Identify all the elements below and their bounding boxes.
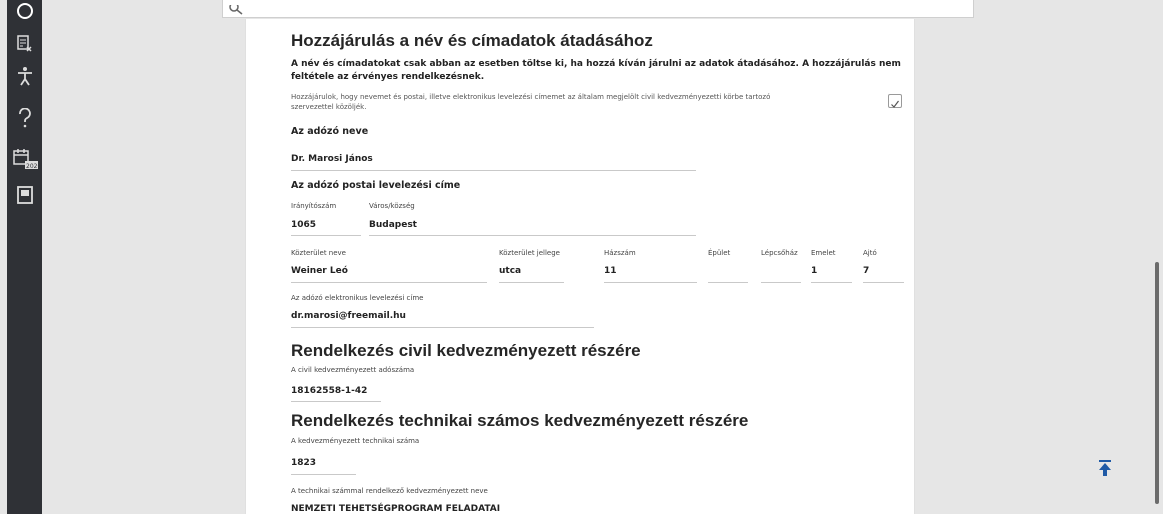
floor-field[interactable]: 1: [811, 266, 817, 276]
technical-title: Rendelkezés technikai számos kedvezménye…: [291, 411, 749, 430]
consent-note-line2: feltétele az érvényes rendelkezésnek.: [291, 72, 485, 82]
scroll-to-top-button[interactable]: [1096, 458, 1114, 478]
street-field[interactable]: Weiner Leó: [291, 266, 348, 276]
door-label: Ajtó: [863, 249, 877, 257]
staircase-label: Lépcsőház: [761, 249, 798, 257]
staircase-underline: [761, 282, 801, 283]
document-edit-icon[interactable]: [7, 30, 42, 56]
house-number-field[interactable]: 11: [604, 266, 617, 276]
consent-title: Hozzájárulás a név és címadatok átadásáh…: [291, 31, 653, 50]
street-label: Közterület neve: [291, 249, 346, 257]
svg-text:2020: 2020: [26, 163, 38, 170]
street-type-field[interactable]: utca: [499, 266, 521, 276]
consent-checkbox[interactable]: [888, 94, 902, 108]
form-panel: Hozzájárulás a név és címadatok átadásáh…: [245, 19, 915, 514]
zip-label: Irányítószám: [291, 202, 337, 210]
street-type-underline: [499, 282, 564, 283]
email-label: Az adózó elektronikus levelezési címe: [291, 294, 424, 302]
city-label: Város/község: [369, 202, 415, 210]
floor-underline: [811, 282, 852, 283]
building-underline: [708, 282, 748, 283]
civil-title: Rendelkezés civil kedvezményezett részér…: [291, 341, 641, 360]
technical-number-label: A kedvezményezett technikai száma: [291, 437, 420, 445]
technical-number-field[interactable]: 1823: [291, 458, 316, 468]
civil-tax-underline: [291, 401, 381, 402]
door-field[interactable]: 7: [863, 266, 869, 276]
zip-underline: [291, 235, 361, 236]
zip-field[interactable]: 1065: [291, 220, 316, 230]
help-icon[interactable]: [7, 105, 42, 131]
search-icon: [229, 0, 245, 15]
technical-name-label: A technikai számmal rendelkező kedvezmén…: [291, 487, 488, 495]
check-icon: [891, 100, 899, 108]
email-underline: [291, 327, 594, 328]
building-label: Épület: [708, 249, 731, 257]
saved-document-icon[interactable]: [7, 182, 42, 208]
scrollbar-thumb[interactable]: [1155, 262, 1159, 504]
scroll-to-top-icon: [1099, 460, 1111, 476]
floor-label: Emelet: [811, 249, 836, 257]
house-number-label: Házszám: [604, 249, 636, 257]
consent-note-line1: A név és címadatokat csak abban az esetb…: [291, 59, 901, 69]
street-underline: [291, 282, 487, 283]
consent-checkbox-label-line1: Hozzájárulok, hogy nevemet és postai, il…: [291, 93, 771, 101]
left-toolbar: 2020: [7, 0, 42, 514]
technical-name-field[interactable]: NEMZETI TEHETSÉGPROGRAM FELADATAI: [291, 504, 500, 514]
taxpayer-name-heading: Az adózó neve: [291, 126, 369, 137]
door-underline: [863, 282, 904, 283]
taxpayer-name-underline: [291, 170, 696, 171]
city-field[interactable]: Budapest: [369, 220, 417, 230]
city-underline: [369, 235, 696, 236]
email-field[interactable]: dr.marosi@freemail.hu: [291, 311, 406, 321]
technical-number-underline: [291, 474, 356, 475]
house-number-underline: [604, 282, 697, 283]
consent-checkbox-label-line2: szervezettel közöljék.: [291, 103, 367, 111]
postal-address-heading: Az adózó postai levelezési címe: [291, 180, 461, 191]
calendar-icon[interactable]: 2020: [7, 146, 42, 172]
taxpayer-name-field[interactable]: Dr. Marosi János: [291, 154, 373, 164]
civil-tax-label: A civil kedvezményezett adószáma: [291, 366, 415, 374]
logo-icon[interactable]: [7, 0, 42, 24]
search-bar[interactable]: [222, 0, 974, 18]
street-type-label: Közterület jellege: [499, 249, 560, 257]
accessibility-icon[interactable]: [7, 63, 42, 89]
civil-tax-field[interactable]: 18162558-1-42: [291, 386, 367, 396]
